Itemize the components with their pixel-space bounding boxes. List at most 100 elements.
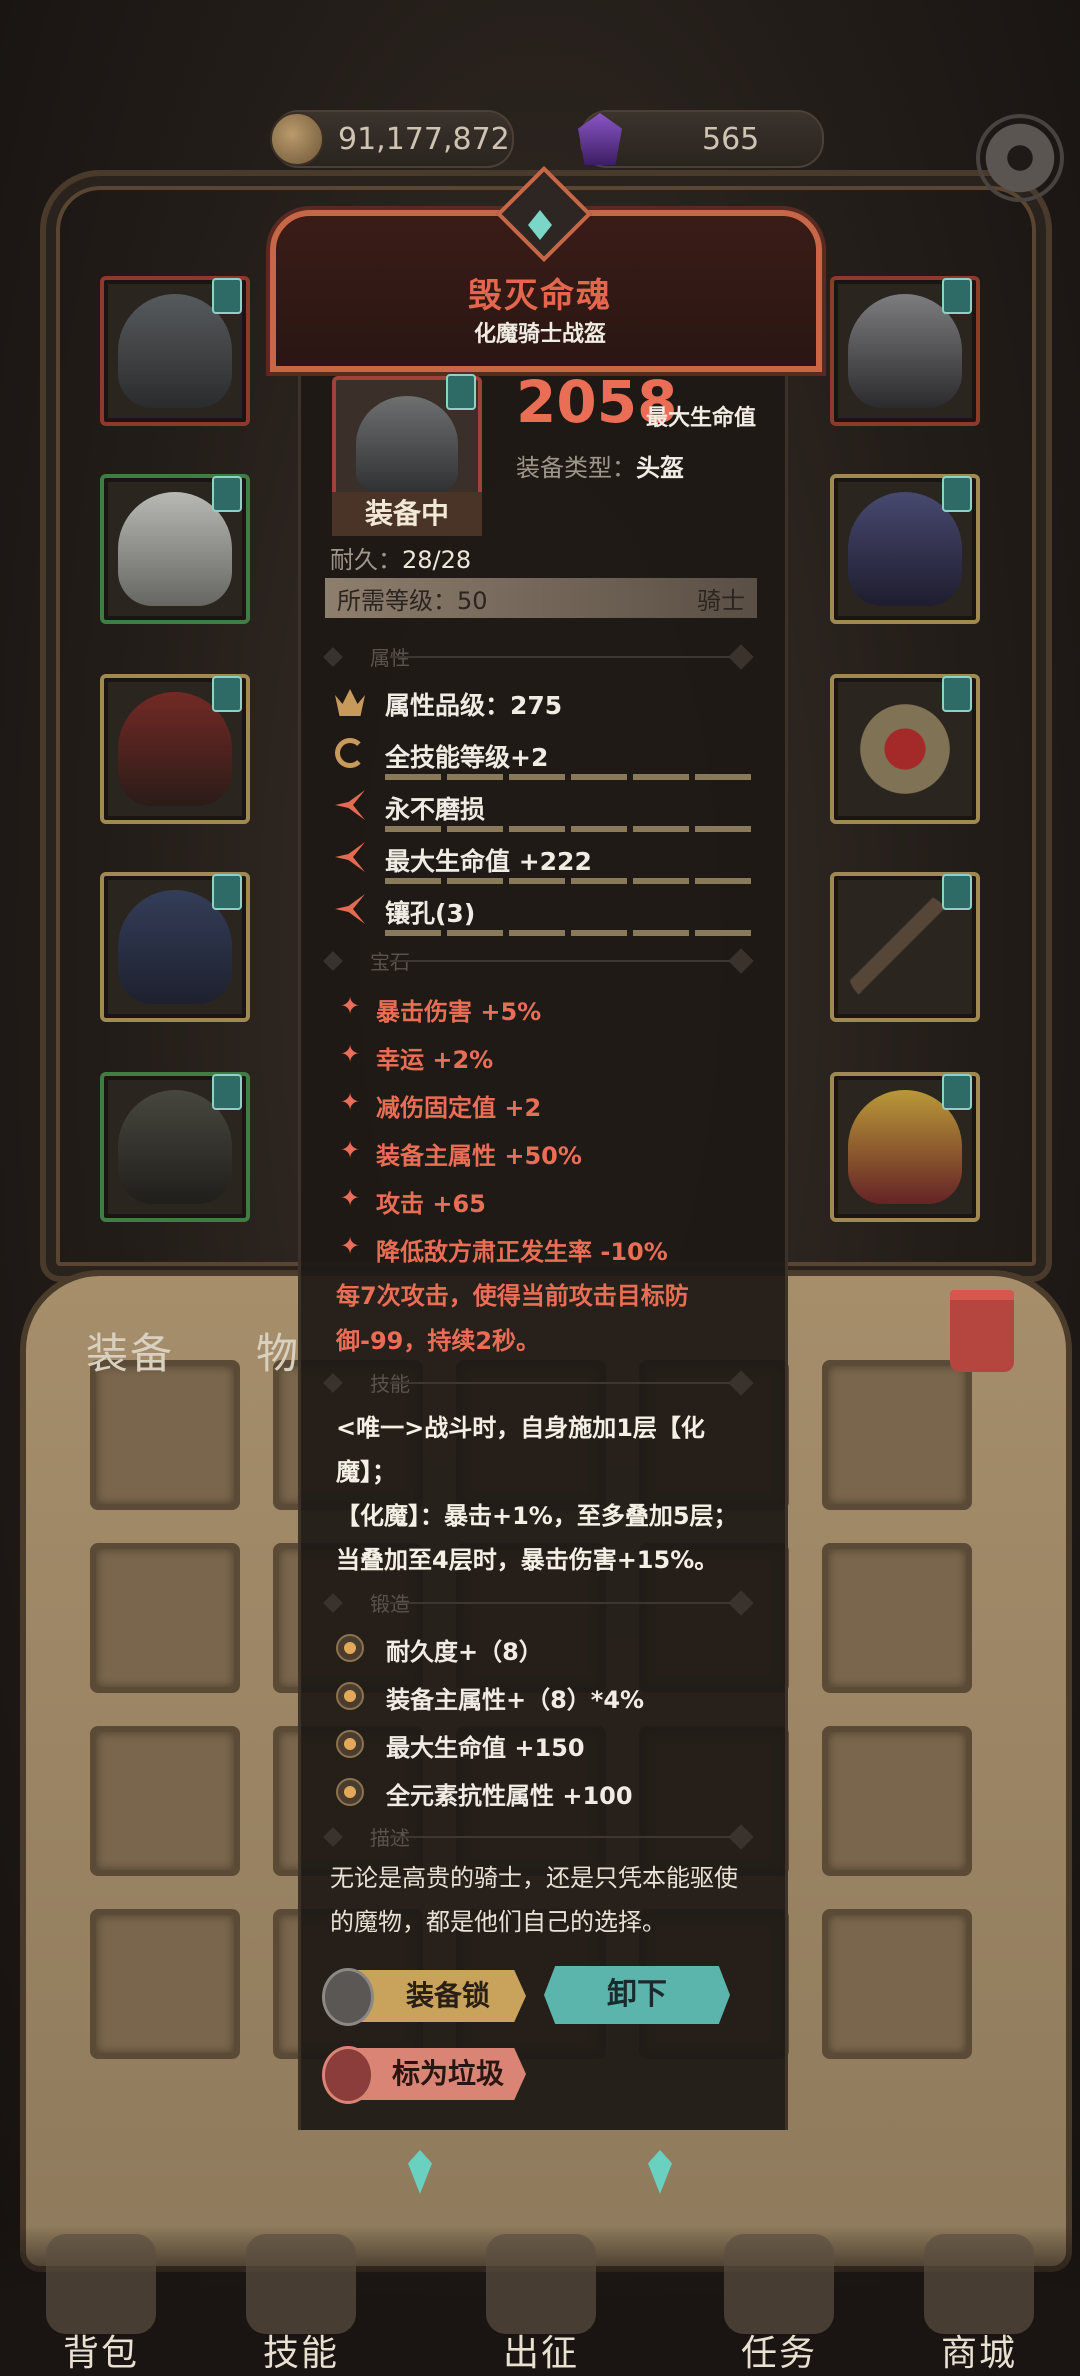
button-label: 标为垃圾 [391,2057,504,2090]
gem-stat-text: 减伤固定值 +2 [376,1094,542,1122]
helmet-icon [356,396,458,492]
forge-dot-icon [336,1634,364,1662]
required-level: 所需等级：50 [337,586,488,615]
gem-stat-text: 降低敌方肃正发生率 -10% [376,1238,668,1266]
main-stat-label: 最大生命值 [646,406,757,431]
nav-backpack[interactable]: 背包 [26,2234,176,2376]
inventory-slot[interactable] [822,1726,972,1876]
inventory-slot[interactable] [90,1909,240,2059]
inventory-slot[interactable] [822,1360,972,1510]
section-gems: 宝石 [330,946,760,976]
purple-gem-icon [578,113,622,165]
star-icon: ✦ [340,1136,361,1164]
forge-dot-icon [336,1730,364,1758]
nav-expedition[interactable]: 出征 [466,2234,616,2376]
item-description: 无论是高贵的骑士，还是只凭本能驱使的魔物，都是他们自己的选择。 [330,1864,738,1936]
inventory-slot[interactable] [822,1543,972,1693]
equip-slot-gloves[interactable] [100,674,250,824]
item-subtitle: 化魔骑士战盔 [473,322,606,347]
attribute-text: 镶孔(3) [385,899,476,928]
section-title: 属性 [370,646,410,670]
required-class: 骑士 [697,586,745,615]
equipment-type-label: 装备类型： [516,454,636,482]
star-icon: ✦ [340,992,361,1020]
equip-slot-boots[interactable] [100,1072,250,1222]
attribute-bar [385,774,755,780]
bottom-navigation: 背包 技能 出征 任务 商城 [0,2226,1080,2376]
skill-line-1: <唯一>战斗时，自身施加1层【化魔】； [336,1414,705,1486]
forge-dot-icon [336,1778,364,1806]
attribute-bar [385,826,755,832]
shop-crown-icon [924,2234,1034,2334]
equip-slot-weapon[interactable] [830,872,980,1022]
settings-gear-icon[interactable] [980,118,1060,198]
skill-line-2: 【化魔】：暴击+1%，至多叠加5层；当叠加至4层时，暴击伤害+15%。 [336,1502,738,1574]
durability: 耐久：28/28 [330,540,471,575]
equip-slot-accessory-1[interactable] [830,276,980,426]
crown-icon [335,689,365,716]
button-label: 装备锁 [405,1979,490,2012]
durability-label: 耐久： [330,546,402,574]
slot-tag-icon [942,476,972,512]
backpack-icon [46,2234,156,2334]
equip-slot-armor[interactable] [100,474,250,624]
inventory-slot[interactable] [822,1909,972,2059]
tab-items[interactable]: 物 [256,1320,300,1381]
trash-bin-icon [322,2046,374,2104]
gold-amount: 91,177,872 [338,121,510,157]
slot-tag-icon [942,676,972,712]
attribute-row: 属性品级：275 [335,680,755,730]
attribute-text: 永不磨损 [385,795,486,824]
section-description: 描述 [330,1822,760,1852]
nav-quests[interactable]: 任务 [704,2234,854,2376]
star-icon: ✦ [340,1232,361,1260]
padlock-icon [322,1968,374,2026]
slot-tag-icon [212,676,242,712]
spark-icon [335,894,365,924]
attribute-bar [385,930,755,936]
trash-icon[interactable] [950,1290,1014,1372]
equip-slot-cloak[interactable] [830,474,980,624]
slot-tag-icon [942,1074,972,1110]
inventory-slot[interactable] [90,1543,240,1693]
equip-slot-emblem[interactable] [830,1072,980,1222]
equip-slot-ring[interactable] [830,674,980,824]
star-icon: ✦ [340,1040,361,1068]
gem-stat-text: 装备主属性 +50% [376,1142,582,1170]
section-skills: 技能 [330,1368,760,1398]
equipment-type-value: 头盔 [636,454,684,482]
durability-value: 28/28 [402,546,472,574]
inventory-slot[interactable] [90,1360,240,1510]
section-title: 描述 [370,1826,410,1850]
skill-book-icon [246,2234,356,2334]
equip-slot-belt[interactable] [100,872,250,1022]
attribute-row: 全技能等级+2 [335,732,755,782]
slot-tag-icon [942,278,972,314]
gem-amount: 565 [702,121,760,157]
inventory-slot[interactable] [90,1726,240,1876]
slot-tag-icon [446,374,476,410]
scroll-icon [724,2234,834,2334]
section-forge: 锻造 [330,1588,760,1618]
tab-equipment[interactable]: 装备 [86,1320,174,1381]
unequip-button[interactable]: 卸下 [544,1966,730,2024]
attribute-text: 最大生命值 +222 [385,847,592,876]
nav-shop[interactable]: 商城 [904,2234,1054,2376]
spark-icon [335,790,365,820]
gold-counter: 91,177,872 [270,110,514,168]
gem-effect: 每7次攻击，使得当前攻击目标防御-99，持续2秒。 [336,1282,689,1355]
forge-stat-text: 最大生命值 +150 [386,1734,585,1762]
slot-tag-icon [212,1074,242,1110]
nav-skills[interactable]: 技能 [226,2234,376,2376]
star-icon: ✦ [340,1088,361,1116]
section-title: 技能 [370,1372,410,1396]
attribute-row: 最大生命值 +222 [335,836,755,886]
section-title: 宝石 [370,950,410,974]
equip-slot-helmet[interactable] [100,276,250,426]
requirement-bar: 所需等级：50 骑士 [325,578,757,618]
cycle-icon [335,738,365,768]
slot-tag-icon [942,874,972,910]
slot-tag-icon [212,278,242,314]
gem-stat-text: 幸运 +2% [376,1046,494,1074]
equipped-badge: 装备中 [332,492,482,536]
